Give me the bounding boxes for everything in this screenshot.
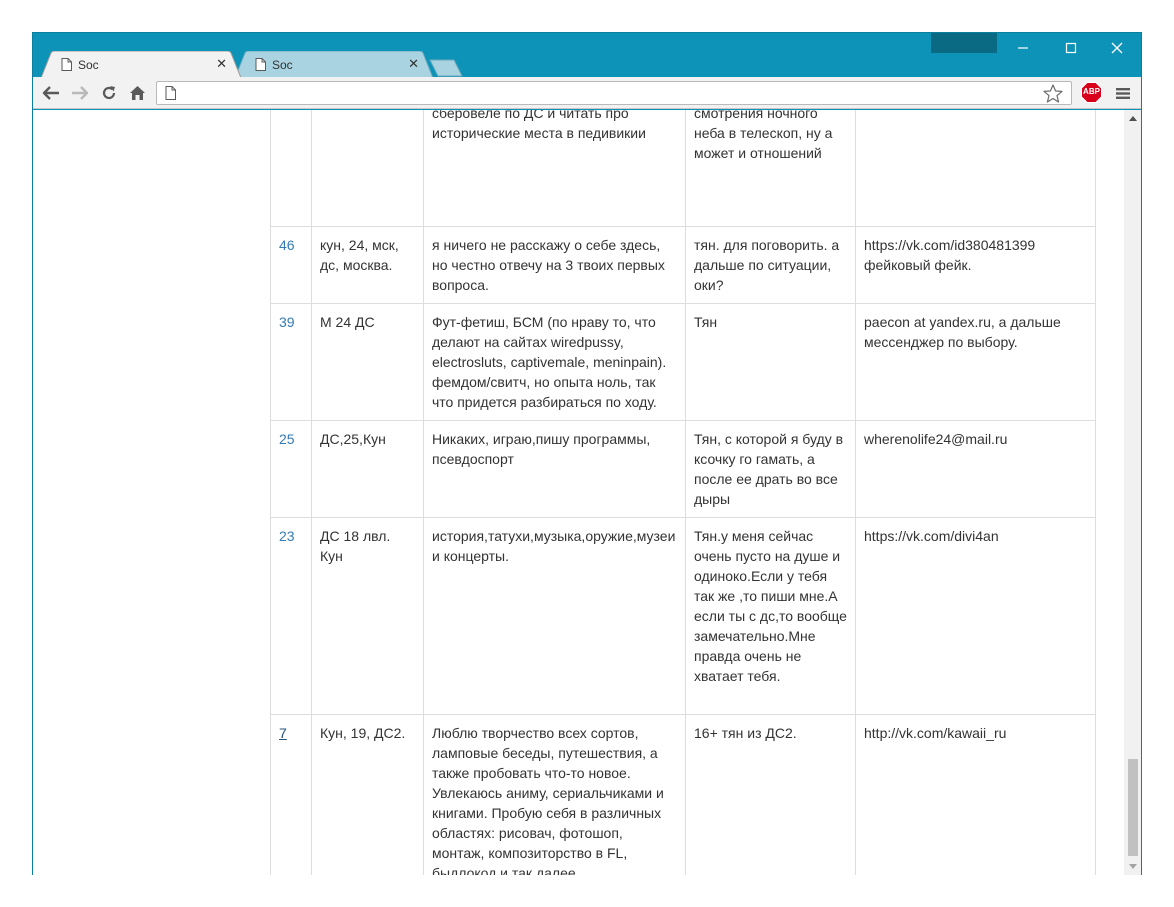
hamburger-menu-icon [1116,87,1130,99]
reload-icon [102,86,116,100]
forward-button[interactable] [69,82,91,104]
minimize-icon [1018,47,1028,49]
page-viewport: музыка(гитарист), ездить на сберовеле по… [33,110,1141,875]
new-tab-icon[interactable] [428,59,464,77]
scroll-thumb[interactable] [1128,759,1138,856]
maximize-button[interactable] [1048,33,1094,63]
cell-looking-for: 16+ тян из ДС2. [685,714,856,875]
home-button[interactable] [126,82,148,104]
bookmark-star-icon[interactable] [1043,84,1063,103]
cell-about: кун, 24, мск, дс, москва. [311,226,424,304]
cell-id: 7 [270,714,312,875]
cell-about: М 24 ДС [311,303,424,421]
row-id-link[interactable]: 23 [279,528,295,544]
browser-toolbar: ABP [33,77,1141,109]
cell-about: ДС 18 лвл. Кун [311,517,424,715]
adblock-button[interactable]: ABP [1081,82,1102,103]
row-id-link[interactable]: 39 [279,314,295,330]
scroll-down-arrow-icon [1128,864,1137,869]
address-bar[interactable] [156,81,1072,105]
maximize-icon [1065,42,1077,54]
close-window-button[interactable] [1094,33,1140,63]
cell-looking-for: Тян.у меня сейчас очень пусто на душе и … [685,517,856,715]
title-bar: Soc ✕ Soc ✕ [33,33,1141,78]
cell-contact: paecon at yandex.ru, а дальше мессенджер… [855,303,1096,421]
table-row: 46 кун, 24, мск, дс, москва. я ничего не… [270,226,1096,304]
cell-contact [855,110,1096,227]
home-icon [129,86,145,100]
row-id-link[interactable]: 7 [279,725,287,741]
cell-interests: Фут-фетиш, БСМ (по нраву то, что делают … [423,303,686,421]
cell-id: 39 [270,303,312,421]
url-input[interactable] [183,85,1043,101]
scroll-up-arrow-icon [1128,116,1137,121]
page-icon [165,86,176,100]
back-button[interactable] [40,82,62,104]
table-row: 23 ДС 18 лвл. Кун история,татухи,музыка,… [270,517,1096,715]
vertical-scrollbar[interactable] [1124,110,1141,875]
reload-button[interactable] [98,82,120,104]
cell-about: ДС,25,Кун [311,420,424,518]
page-icon [255,58,266,71]
cell-about: Кун, 19, ДС2. [311,714,424,875]
forward-arrow-icon [72,86,89,100]
row-id-link[interactable]: 46 [279,237,295,253]
cell-looking-for: тян. для поговорить. а дальше по ситуаци… [685,226,856,304]
cell-interests: музыка(гитарист), ездить на сберовеле по… [423,110,686,227]
page-icon [61,58,72,71]
cell-contact: http://vk.com/kawaii_ru [855,714,1096,875]
cell-looking-for: Тян, с которой я буду в ксочку го гамать… [685,420,856,518]
cell-interests: история,татухи,музыка,оружие,музеи и кон… [423,517,686,715]
browser-menu-button[interactable] [1113,83,1133,103]
questionnaire-table: музыка(гитарист), ездить на сберовеле по… [270,110,1096,875]
adblock-label: ABP [1083,87,1100,96]
cell-contact: https://vk.com/id380481399 фейковый фейк… [855,226,1096,304]
cell-interests: я ничего не расскажу о себе здесь, но че… [423,226,686,304]
back-arrow-icon [42,86,59,100]
close-icon [1111,42,1123,54]
cell-interests: Никаких, играю,пишу программы, псевдоспо… [423,420,686,518]
cell-contact: wherenolife24@mail.ru [855,420,1096,518]
row-id-link[interactable]: 25 [279,431,295,447]
tab-active[interactable]: Soc ✕ [41,51,241,78]
browser-window: Soc ✕ Soc ✕ ABP сберовеле по ДС и читать… [32,32,1142,875]
cell-id: 46 [270,226,312,304]
cell-looking-for: Тян [685,303,856,421]
scroll-up-button[interactable] [1124,110,1141,127]
cell-looking-for: велопрогулок и смотрения ночного неба в … [685,110,856,227]
tab-title: Soc [272,58,293,72]
cell-about [311,110,424,227]
table-row: 7 Кун, 19, ДС2. Люблю творчество всех со… [270,714,1096,875]
cell-id: 23 [270,517,312,715]
minimize-button[interactable] [1000,33,1046,63]
profile-block [931,33,997,53]
table-row: музыка(гитарист), ездить на сберовеле по… [270,110,1096,227]
cell-id [270,110,312,227]
table-row: 25 ДС,25,Кун Никаких, играю,пишу програм… [270,420,1096,518]
cell-interests: Люблю творчество всех сортов, ламповые б… [423,714,686,875]
tab-inactive[interactable]: Soc ✕ [235,51,433,78]
cell-contact: https://vk.com/divi4an [855,517,1096,715]
tab-close-button[interactable]: ✕ [216,57,227,70]
table-row: 39 М 24 ДС Фут-фетиш, БСМ (по нраву то, … [270,303,1096,421]
cell-id: 25 [270,420,312,518]
scroll-down-button[interactable] [1124,858,1141,875]
tab-title: Soc [78,58,99,72]
tab-close-button[interactable]: ✕ [408,57,419,70]
